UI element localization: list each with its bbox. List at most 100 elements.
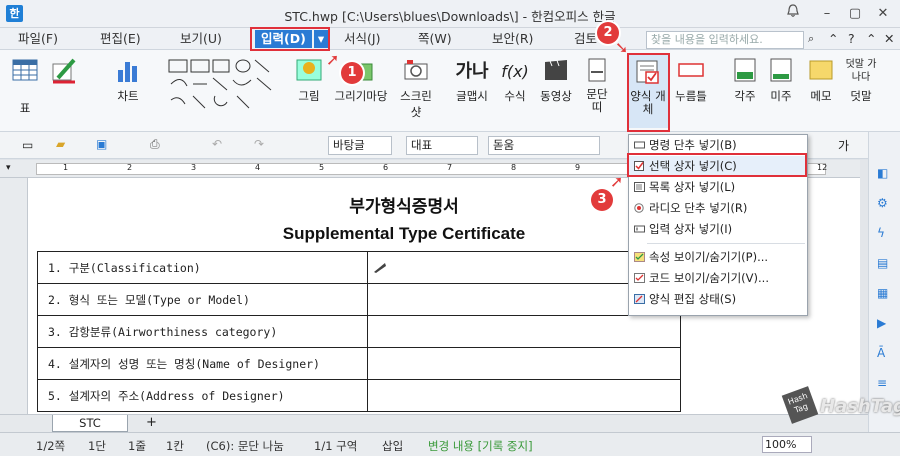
cell-style-button[interactable]	[44, 56, 84, 88]
status-insert-mode[interactable]: 삽입	[382, 438, 403, 454]
step-badge-3: 3	[591, 189, 613, 211]
menu-item-radio-button[interactable]: 라디오 단추 넣기(R)	[629, 198, 807, 218]
letter-art-icon: 가나	[455, 61, 489, 82]
listbox-icon	[634, 182, 645, 192]
menu-security[interactable]: 보안(R)	[492, 30, 533, 48]
code-icon	[634, 273, 645, 283]
table-cell-value[interactable]	[367, 315, 681, 348]
properties-icon	[634, 252, 645, 262]
menu-item-listbox[interactable]: 목록 상자 넣기(L)	[629, 177, 807, 197]
font-color-button[interactable]: 가	[838, 137, 849, 154]
table-cell-label[interactable]: 1. 구분(Classification)	[37, 251, 368, 284]
vertical-scrollbar[interactable]	[860, 160, 868, 414]
undo-icon[interactable]: ↶	[212, 137, 222, 151]
menu-edit[interactable]: 편집(E)	[100, 30, 141, 48]
formula-button[interactable]: f(x) 수식	[500, 56, 530, 104]
picture-button[interactable]: 그림	[292, 56, 326, 104]
radio-button-icon	[634, 203, 644, 213]
table-button[interactable]: 표	[8, 56, 42, 115]
table-cell-label[interactable]: 5. 설계자의 주소(Address of Designer)	[37, 379, 368, 412]
endnote-button[interactable]: 미주	[766, 56, 796, 104]
zoom-select[interactable]: 100%	[762, 436, 812, 453]
ruler-number: 5	[319, 163, 325, 172]
status-paragraph: (C6): 문단 나눔	[206, 439, 284, 453]
command-button-icon	[634, 141, 645, 149]
status-bar: 1/2쪽 1단 1줄 1칸 (C6): 문단 나눔 1/1 구역 삽입 변경 내…	[0, 432, 900, 456]
sidebar-bolt-icon[interactable]: ϟ	[877, 226, 894, 243]
table-cell-label[interactable]: 2. 형식 또는 모델(Type or Model)	[37, 283, 368, 316]
chart-icon	[118, 62, 137, 82]
save-icon[interactable]: ▣	[96, 137, 107, 151]
sidebar-shortcut-icon[interactable]: ◧	[877, 166, 894, 183]
sidebar-text-icon[interactable]: Ā	[877, 346, 894, 363]
search-input[interactable]: 찾을 내용을 입력하세요.	[646, 31, 804, 49]
sidebar-clipboard-icon[interactable]: ▦	[877, 286, 894, 303]
memo-icon	[809, 60, 833, 80]
new-document-icon[interactable]: ▭	[22, 138, 33, 152]
close-button[interactable]: ✕	[870, 4, 896, 24]
picture-icon	[296, 59, 322, 81]
menu-item-command-button[interactable]: 명령 단추 넣기(B)	[629, 135, 807, 155]
menu-item-toggle-code[interactable]: 코드 보이기/숨기기(V)...	[629, 268, 807, 288]
push-button-button[interactable]: 누름틀	[670, 56, 712, 104]
sidebar-play-icon[interactable]: ▶	[877, 316, 894, 333]
footnote-icon	[734, 58, 756, 82]
font-select[interactable]: 돋움	[488, 136, 600, 155]
hashtag-watermark: Hash Tag HashTag	[781, 386, 900, 430]
menu-item-form-edit-mode[interactable]: 양식 편집 상태(S)	[629, 289, 807, 309]
minimize-button[interactable]: –	[814, 4, 840, 24]
paragraph-frame-icon	[588, 58, 606, 82]
status-col: 1칸	[166, 439, 184, 453]
status-page[interactable]: 1/2쪽	[36, 438, 65, 454]
shapes-icon	[168, 59, 272, 109]
close-doc-icon[interactable]: ✕	[884, 30, 894, 48]
ruler-number: 1	[63, 163, 69, 172]
shapes-gallery[interactable]	[166, 56, 286, 117]
menu-item-toggle-properties[interactable]: 속성 보이기/숨기기(P)...	[629, 247, 807, 267]
notification-bell-icon[interactable]	[780, 4, 806, 24]
memo-button[interactable]: 메모	[804, 56, 838, 104]
maximize-button[interactable]: ▢	[842, 4, 868, 24]
add-tab-button[interactable]: +	[146, 415, 157, 430]
menu-expand-icon[interactable]: ⌃	[828, 30, 838, 48]
menu-file[interactable]: 파일(F)	[18, 30, 58, 48]
help-button[interactable]: ?	[848, 30, 855, 48]
table-cell-value[interactable]	[367, 347, 681, 380]
status-track-changes[interactable]: 변경 내용 [기록 중지]	[428, 438, 533, 454]
endnote-icon	[770, 58, 792, 82]
ruler-number: 4	[255, 163, 261, 172]
step-badge-1: 1	[341, 62, 363, 84]
vertical-ruler[interactable]	[0, 178, 28, 414]
tab-stc[interactable]: STC	[52, 415, 128, 432]
table-cell-value[interactable]	[367, 379, 681, 412]
overlay-button[interactable]: 덧말 가나다 덧말	[842, 56, 880, 104]
search-icon[interactable]: ⌕	[808, 30, 814, 48]
sidebar-document-icon[interactable]: ▤	[877, 256, 894, 273]
print-icon[interactable]: ⎙	[150, 137, 160, 152]
status-column: 1단	[88, 439, 106, 453]
menu-format[interactable]: 서식(J)	[344, 30, 380, 48]
style-select[interactable]: 바탕글	[328, 136, 392, 155]
sidebar-gear-icon[interactable]: ⚙	[877, 196, 894, 213]
table-cell-label[interactable]: 4. 설계자의 성명 또는 명칭(Name of Designer)	[37, 347, 368, 380]
menu-bar: 파일(F) 편집(E) 보기(U) 입력(D) ▾ 서식(J) 쪽(W) 보안(…	[0, 28, 900, 50]
letter-art-button[interactable]: 가나 글맵시	[452, 56, 492, 104]
screenshot-button[interactable]: 스크린 샷	[396, 56, 436, 120]
highlight-form-object	[627, 53, 670, 132]
font-kind-select[interactable]: 대표	[406, 136, 478, 155]
menu-review[interactable]: 검토	[574, 30, 597, 48]
form-table[interactable]: 1. 구분(Classification) 2. 형식 또는 모델(Type o…	[37, 251, 681, 412]
menu-view[interactable]: 보기(U)	[180, 30, 222, 48]
video-button[interactable]: 동영상	[536, 56, 576, 104]
menu-item-input-box[interactable]: 입력 상자 넣기(I)	[629, 219, 807, 239]
footnote-button[interactable]: 각주	[730, 56, 760, 104]
table-cell-label[interactable]: 3. 감항분류(Airworthiness category)	[37, 315, 368, 348]
menu-page[interactable]: 쪽(W)	[418, 30, 452, 48]
ruler-number: 8	[511, 163, 517, 172]
redo-icon[interactable]: ↷	[254, 137, 264, 151]
ruler-number: 7	[447, 163, 453, 172]
paragraph-frame-button[interactable]: 문단 띠	[580, 56, 614, 114]
chart-button[interactable]: 차트	[112, 56, 144, 104]
open-folder-icon[interactable]: ▰	[56, 137, 65, 151]
ribbon-collapse-icon[interactable]: ⌃	[866, 30, 876, 48]
